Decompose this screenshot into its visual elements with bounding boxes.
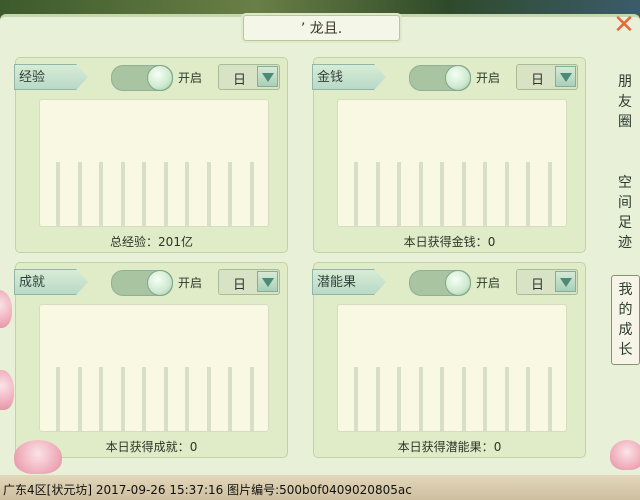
side-tab-char: 成 [618, 322, 633, 338]
tab-my-growth[interactable]: 我的成长 [611, 275, 640, 365]
period-value: 日 [531, 278, 545, 293]
toggle-knob [445, 270, 471, 296]
stats-plot-area [337, 304, 567, 432]
plot-gridline [99, 162, 103, 226]
period-dropdown[interactable]: 日 [218, 64, 280, 90]
lotus-decoration [14, 440, 62, 474]
period-dropdown[interactable]: 日 [516, 64, 578, 90]
stats-plot-area [39, 304, 269, 432]
period-value: 日 [531, 73, 545, 88]
summary-text: 总经验：201亿 [110, 235, 193, 249]
lotus-decoration [610, 440, 640, 470]
plot-gridline [547, 162, 552, 226]
plot-gridline [56, 367, 60, 431]
side-tab-char: 足 [618, 215, 632, 231]
plot-gridline [206, 367, 211, 431]
period-dropdown[interactable]: 日 [218, 269, 280, 295]
plot-gridline [397, 162, 401, 226]
chevron-down-icon[interactable] [257, 66, 278, 87]
plot-gridline [547, 367, 552, 431]
side-tab-char: 朋 [618, 74, 632, 90]
plot-gridline [461, 367, 466, 431]
plot-gridline [77, 367, 82, 431]
plot-gridline [354, 367, 358, 431]
section-experience: 经验 开启 日 总经验：201亿 [14, 57, 288, 253]
plot-gridline [228, 162, 232, 226]
plot-gridline [185, 162, 189, 226]
plot-gridline [185, 367, 189, 431]
plot-gridline [142, 367, 146, 431]
close-icon[interactable]: ✕ [611, 12, 637, 38]
plot-gridline [504, 367, 509, 431]
tab-space-footprint[interactable]: 空间足迹 [612, 173, 638, 253]
side-tab-char: 迹 [618, 235, 632, 251]
toggle-label: 开启 [476, 71, 501, 85]
toggle-knob [147, 270, 173, 296]
chevron-down-icon[interactable] [555, 66, 576, 87]
plot-gridline [249, 162, 254, 226]
stats-plot-area [39, 99, 269, 227]
toggle-knob [445, 65, 471, 91]
plot-gridline [418, 367, 423, 431]
chevron-down-icon[interactable] [257, 271, 278, 292]
enable-toggle[interactable] [409, 270, 471, 296]
enable-toggle[interactable] [409, 65, 471, 91]
side-tab-char: 我 [618, 282, 633, 298]
plot-gridline [526, 367, 530, 431]
summary-text: 本日获得潜能果：0 [397, 440, 502, 454]
plot-gridline [249, 367, 254, 431]
plot-gridline [163, 367, 168, 431]
side-tab-char: 友 [618, 94, 632, 110]
plot-gridline [120, 367, 125, 431]
plot-gridline [142, 162, 146, 226]
toggle-label: 开启 [178, 71, 203, 85]
chevron-down-icon[interactable] [555, 271, 576, 292]
period-dropdown[interactable]: 日 [516, 269, 578, 295]
section-tag: 金钱 [312, 64, 386, 90]
plot-gridline [526, 162, 530, 226]
plot-gridline [504, 162, 509, 226]
enable-toggle[interactable] [111, 65, 173, 91]
section-tag: 潜能果 [312, 269, 386, 295]
section-money: 金钱 开启 日 本日获得金钱：0 [312, 57, 586, 253]
section-potential-fruit: 潜能果 开启 日 本日获得潜能果：0 [312, 262, 586, 458]
plot-gridline [375, 367, 380, 431]
plot-gridline [397, 367, 401, 431]
plot-gridline [483, 367, 487, 431]
side-tab-char: 长 [618, 342, 633, 358]
enable-toggle[interactable] [111, 270, 173, 296]
plot-gridline [483, 162, 487, 226]
panel-title: ’ 龙且. [243, 15, 400, 41]
plot-gridline [228, 367, 232, 431]
plot-gridline [120, 162, 125, 226]
plot-gridline [375, 162, 380, 226]
screenshot-watermark: 广东4区[状元坊] 2017-09-26 15:37:16 图片编号:500b0… [3, 483, 412, 497]
plot-gridline [99, 367, 103, 431]
plot-gridline [56, 162, 60, 226]
plot-gridline [440, 162, 444, 226]
side-tab-char: 间 [618, 195, 632, 211]
plot-gridline [206, 162, 211, 226]
section-tag: 成就 [14, 269, 88, 295]
plot-gridline [354, 162, 358, 226]
summary-text: 本日获得金钱：0 [403, 235, 496, 249]
side-tab-char: 圈 [618, 114, 632, 130]
period-value: 日 [233, 73, 247, 88]
toggle-label: 开启 [178, 276, 203, 290]
section-achievement: 成就 开启 日 本日获得成就：0 [14, 262, 288, 458]
toggle-label: 开启 [476, 276, 501, 290]
toggle-knob [147, 65, 173, 91]
plot-gridline [418, 162, 423, 226]
plot-gridline [440, 367, 444, 431]
plot-gridline [461, 162, 466, 226]
plot-gridline [77, 162, 82, 226]
period-value: 日 [233, 278, 247, 293]
plot-gridline [163, 162, 168, 226]
tab-friend-circle[interactable]: 朋友圈 [612, 72, 638, 132]
side-tab-char: 的 [618, 302, 633, 318]
stats-plot-area [337, 99, 567, 227]
side-tab-char: 空 [618, 175, 632, 191]
section-tag: 经验 [14, 64, 88, 90]
